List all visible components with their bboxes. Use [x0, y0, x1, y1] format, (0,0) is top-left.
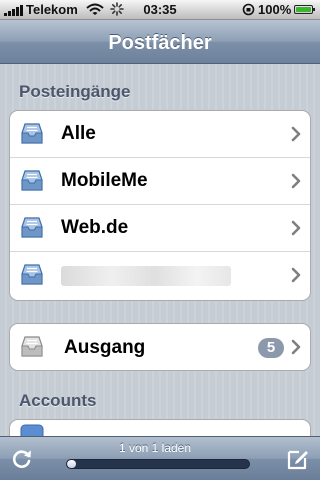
- chevron-right-icon: [291, 220, 301, 236]
- account-row[interactable]: [10, 420, 310, 436]
- chevron-right-icon: [291, 339, 301, 355]
- section-header-inboxes: Posteingänge: [19, 82, 131, 101]
- section-header-accounts: Accounts: [19, 391, 97, 410]
- inbox-row-mobileme[interactable]: MobileMe: [10, 158, 310, 205]
- chevron-right-icon: [291, 267, 301, 283]
- loading-status: 1 von 1 laden: [118, 441, 192, 455]
- refresh-icon[interactable]: [10, 447, 34, 471]
- navigation-bar: Postfächer: [0, 20, 320, 64]
- inbox-row-webde[interactable]: Web.de: [10, 205, 310, 252]
- inbox-icon: [21, 264, 43, 285]
- outbox-icon: [21, 336, 43, 357]
- inbox-icon: [21, 170, 43, 191]
- row-label: Ausgang: [64, 336, 146, 358]
- inbox-icon: [21, 217, 43, 238]
- inbox-row-redacted[interactable]: [10, 252, 310, 299]
- progress-fill: [67, 460, 77, 468]
- inbox-row-all[interactable]: Alle: [10, 111, 310, 158]
- account-icon: [20, 424, 44, 436]
- count-badge: 5: [258, 338, 284, 358]
- accounts-group: [9, 419, 311, 436]
- outbox-row[interactable]: Ausgang 5: [10, 324, 310, 370]
- chevron-right-icon: [291, 126, 301, 142]
- redacted-label: [61, 266, 231, 286]
- loading-progress-bar: [66, 459, 250, 469]
- row-label: Alle: [61, 123, 96, 144]
- bottom-toolbar: 1 von 1 laden: [0, 436, 320, 480]
- rotation-lock-icon: [242, 3, 255, 16]
- inboxes-group: Alle MobileMe Web.de: [9, 110, 311, 301]
- chevron-right-icon: [291, 173, 301, 189]
- status-bar: Telekom 03:35 100%: [0, 0, 320, 20]
- inbox-icon: [21, 123, 43, 144]
- battery-percentage: 100%: [258, 2, 292, 17]
- row-label: Web.de: [61, 217, 129, 238]
- mailbox-list[interactable]: Posteingänge Alle MobileMe Web.de Ausgan…: [0, 64, 320, 436]
- page-title: Postfächer: [108, 32, 212, 54]
- battery-icon: [294, 5, 315, 14]
- outbox-group: Ausgang 5: [9, 323, 311, 371]
- compose-icon[interactable]: [286, 447, 310, 471]
- row-label: MobileMe: [61, 170, 148, 191]
